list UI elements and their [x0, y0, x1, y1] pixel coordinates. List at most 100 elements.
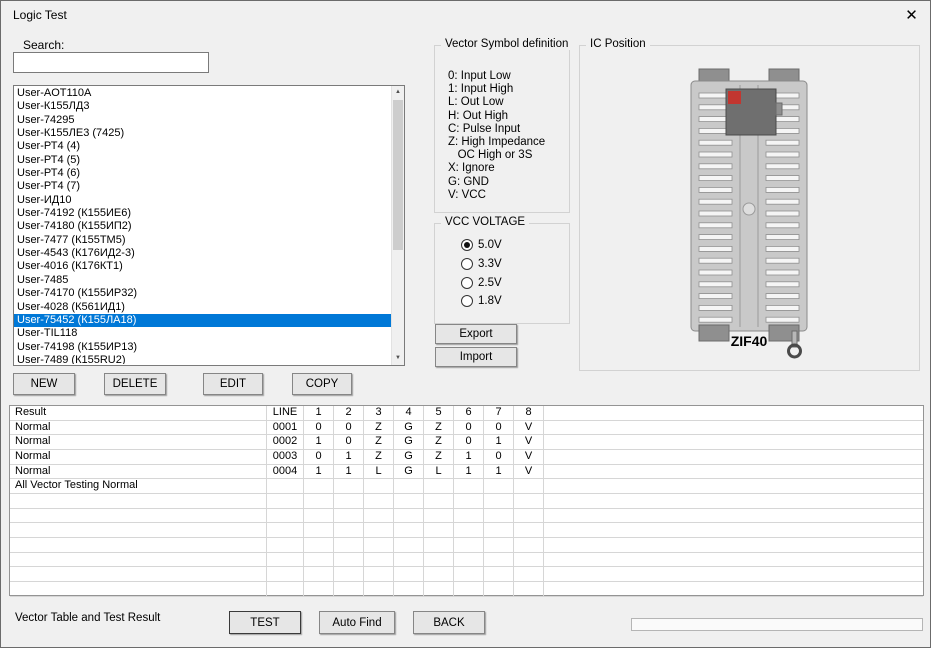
vector-symbol-lines: 0: Input Low1: Input HighL: Out LowH: Ou… [448, 70, 545, 202]
table-cell [334, 479, 364, 494]
result-table-body: ResultLINE12345678Normal000100ZGZ00VNorm… [10, 406, 923, 597]
list-item[interactable]: User-TIL118 [14, 327, 391, 340]
table-cell [484, 582, 514, 597]
export-button[interactable]: Export [435, 324, 517, 344]
delete-button[interactable]: DELETE [104, 373, 166, 395]
result-table: ResultLINE12345678Normal000100ZGZ00VNorm… [9, 405, 924, 596]
list-scrollbar[interactable]: ▲ ▼ [391, 86, 404, 365]
table-cell: Normal [10, 465, 267, 480]
vector-symbol-title: Vector Symbol definition [441, 38, 572, 50]
list-item[interactable]: User-74192 (К155ИЕ6) [14, 207, 391, 220]
vcc-option-2.5V[interactable]: 2.5V [461, 273, 502, 292]
vcc-option-5.0V[interactable]: 5.0V [461, 236, 502, 255]
table-cell [454, 494, 484, 509]
vcc-option-label: 3.3V [478, 258, 502, 270]
table-row[interactable]: Normal000411LGL11V [10, 465, 923, 480]
table-row[interactable] [10, 494, 923, 509]
table-header-cell: 1 [304, 406, 334, 421]
close-button[interactable]: ✕ [898, 5, 925, 27]
list-item[interactable]: User-ИД10 [14, 194, 391, 207]
list-item[interactable]: User-4543 (К176ИД2-3) [14, 247, 391, 260]
table-row[interactable] [10, 538, 923, 553]
table-cell [484, 479, 514, 494]
list-item[interactable]: User-75452 (К155ЛА18) [14, 314, 391, 327]
back-button[interactable]: BACK [413, 611, 485, 634]
vector-symbol-line: X: Ignore [448, 162, 545, 175]
zif-socket-graphic [599, 59, 899, 359]
auto-find-button[interactable]: Auto Find [319, 611, 395, 634]
table-cell [364, 553, 394, 568]
list-item[interactable]: User-К155ЛД3 [14, 100, 391, 113]
table-row[interactable] [10, 582, 923, 597]
list-item[interactable]: User-7489 (К155RU2) [14, 354, 391, 364]
table-cell [334, 523, 364, 538]
copy-button[interactable]: COPY [292, 373, 352, 395]
table-cell [304, 479, 334, 494]
table-row[interactable]: Normal000100ZGZ00V [10, 421, 923, 436]
scroll-up-icon[interactable]: ▲ [392, 86, 404, 99]
table-cell [10, 509, 267, 524]
table-row[interactable] [10, 523, 923, 538]
search-input[interactable] [13, 52, 209, 73]
table-row[interactable] [10, 553, 923, 568]
list-item[interactable]: User-4016 (К176КТ1) [14, 260, 391, 273]
table-cell [334, 567, 364, 582]
list-item[interactable]: User-AOT110A [14, 87, 391, 100]
table-cell [514, 479, 544, 494]
table-cell: 1 [484, 465, 514, 480]
table-cell: 0004 [267, 465, 304, 480]
scroll-down-icon[interactable]: ▼ [392, 352, 404, 365]
table-cell [394, 494, 424, 509]
list-item[interactable]: User-7477 (К155ТМ5) [14, 234, 391, 247]
table-cell [514, 582, 544, 597]
table-cell: G [394, 435, 424, 450]
list-item[interactable]: User-РТ4 (4) [14, 140, 391, 153]
table-header-cell: 8 [514, 406, 544, 421]
table-cell [267, 553, 304, 568]
table-cell [394, 538, 424, 553]
table-row[interactable] [10, 509, 923, 524]
table-cell: 1 [334, 465, 364, 480]
vcc-option-3.3V[interactable]: 3.3V [461, 255, 502, 274]
edit-button[interactable]: EDIT [203, 373, 263, 395]
table-cell [10, 523, 267, 538]
table-cell: G [394, 465, 424, 480]
table-header-row: ResultLINE12345678 [10, 406, 923, 421]
scroll-thumb[interactable] [393, 100, 403, 250]
table-cell: Normal [10, 421, 267, 436]
list-item[interactable]: User-РТ4 (6) [14, 167, 391, 180]
import-button[interactable]: Import [435, 347, 517, 367]
vector-symbol-line: H: Out High [448, 110, 545, 123]
new-button[interactable]: NEW [13, 373, 75, 395]
table-cell [304, 523, 334, 538]
vcc-options: 5.0V 3.3V 2.5V1.8V [461, 236, 502, 311]
table-row[interactable] [10, 567, 923, 582]
table-row[interactable]: All Vector Testing Normal [10, 479, 923, 494]
table-cell: L [364, 465, 394, 480]
list-item[interactable]: User-7485 [14, 274, 391, 287]
table-cell [514, 494, 544, 509]
table-cell [304, 509, 334, 524]
vector-symbol-groupbox: Vector Symbol definition 0: Input Low1: … [434, 45, 570, 213]
table-cell [484, 509, 514, 524]
list-item[interactable]: User-4028 (К561ИД1) [14, 301, 391, 314]
list-item[interactable]: User-РТ4 (7) [14, 180, 391, 193]
vector-symbol-line: OC High or 3S [448, 149, 545, 162]
list-item[interactable]: User-74198 (К155ИР13) [14, 341, 391, 354]
test-button[interactable]: TEST [229, 611, 301, 634]
table-cell [10, 494, 267, 509]
list-item[interactable]: User-74180 (К155ИП2) [14, 220, 391, 233]
list-item[interactable]: User-74170 (К155ИР32) [14, 287, 391, 300]
radio-icon [461, 258, 473, 270]
table-cell [424, 509, 454, 524]
vector-symbol-line: V: VCC [448, 189, 545, 202]
table-cell [484, 523, 514, 538]
socket-center-hole [743, 203, 755, 215]
table-row[interactable]: Normal000210ZGZ01V [10, 435, 923, 450]
list-item[interactable]: User-К155ЛЕ3 (7425) [14, 127, 391, 140]
vcc-option-1.8V[interactable]: 1.8V [461, 292, 502, 311]
list-item[interactable]: User-74295 [14, 114, 391, 127]
table-cell: Z [364, 450, 394, 465]
list-item[interactable]: User-РТ4 (5) [14, 154, 391, 167]
table-row[interactable]: Normal000301ZGZ10V [10, 450, 923, 465]
